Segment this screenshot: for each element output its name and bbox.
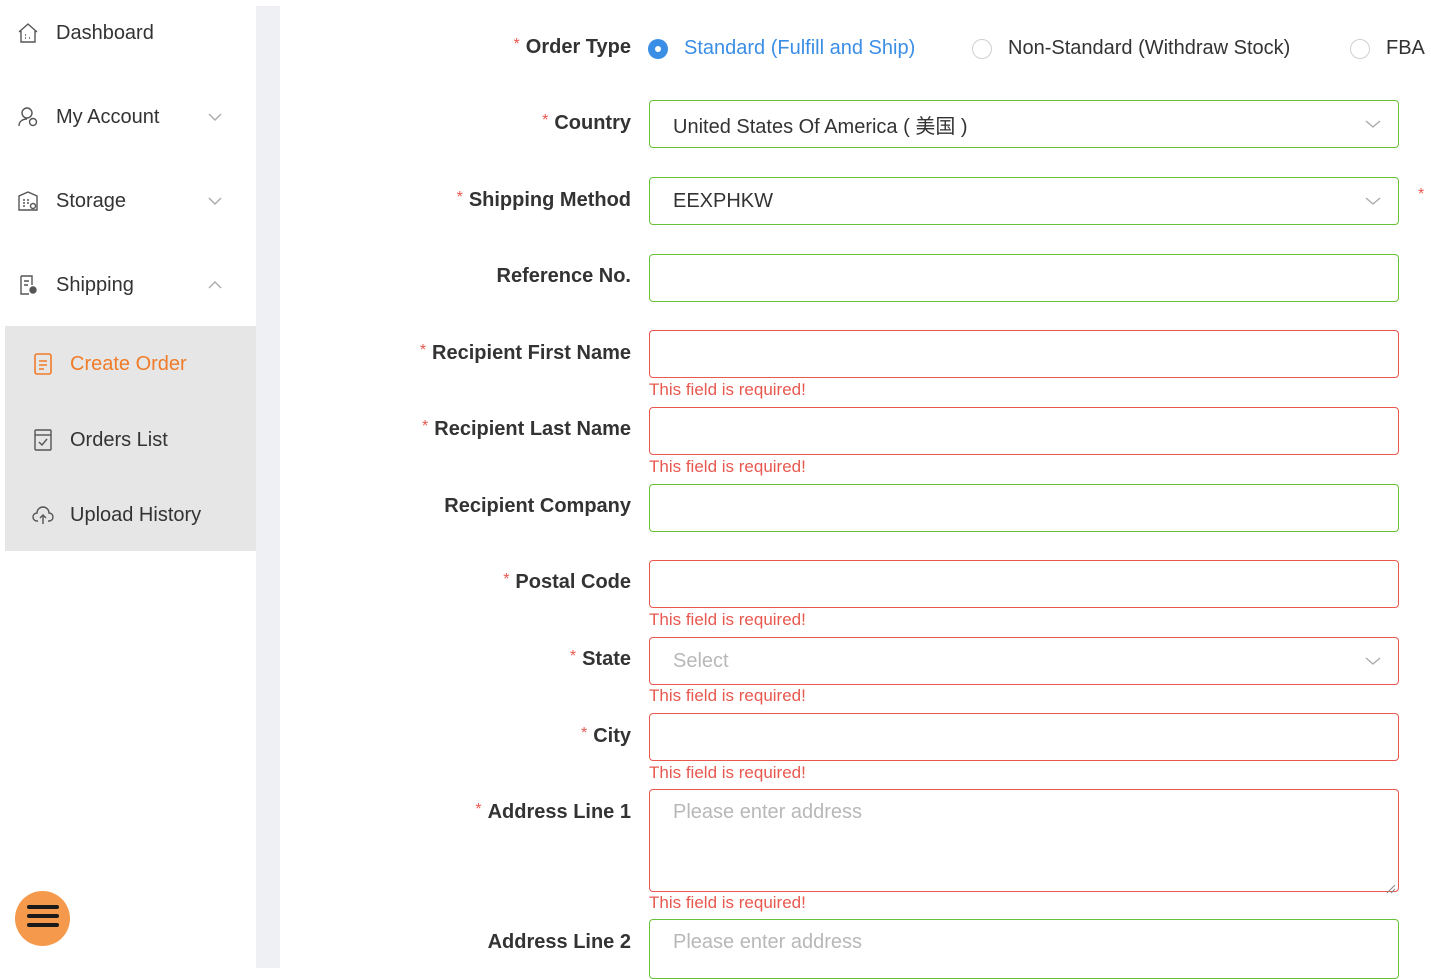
cloud-upload-icon (31, 503, 55, 527)
sidebar-item-label: Storage (56, 189, 127, 212)
first-name-error: This field is required! (649, 380, 806, 399)
last-name-input[interactable] (649, 407, 1399, 455)
hamburger-icon (26, 904, 59, 933)
chevron-down-icon (1364, 115, 1382, 133)
chevron-down-icon (206, 108, 224, 126)
radio-fba[interactable]: FBA (1350, 37, 1425, 60)
state-label: * State (569, 648, 631, 670)
shipping-method-select[interactable]: EEXPHKW (649, 177, 1399, 225)
sidebar-item-storage[interactable]: Storage (0, 171, 256, 231)
last-name-error: This field is required! (649, 457, 806, 476)
radio-unchecked-icon (972, 38, 992, 59)
country-select[interactable]: United States Of America ( 美国 ) (649, 100, 1399, 148)
sidebar-item-label: Orders List (70, 428, 168, 451)
reference-no-input[interactable] (649, 254, 1399, 302)
document-icon (16, 273, 40, 297)
checklist-icon (31, 428, 55, 452)
user-icon (16, 105, 40, 129)
building-icon (16, 189, 40, 213)
content-divider (256, 6, 280, 968)
sidebar-item-upload-history[interactable]: Upload History (5, 485, 256, 545)
chevron-down-icon (1364, 192, 1382, 210)
radio-unchecked-icon (1350, 38, 1370, 59)
address-line-1-textarea[interactable]: Please enter address (649, 789, 1399, 894)
first-name-input[interactable] (649, 330, 1399, 378)
sidebar-item-dashboard[interactable]: Dashboard (0, 3, 256, 63)
sidebar: Dashboard My Account Storage Shipping Cr… (0, 0, 256, 968)
address-line-1-label: * Address Line 1 (475, 801, 631, 823)
address-line-2-textarea[interactable]: Please enter address (649, 919, 1399, 979)
radio-checked-icon (648, 38, 668, 59)
shipping-method-label: * Shipping Method (456, 189, 631, 211)
chevron-down-icon (1364, 652, 1382, 670)
last-name-label: * Recipient Last Name (422, 418, 631, 440)
postal-code-error: This field is required! (649, 610, 806, 629)
sidebar-item-my-account[interactable]: My Account (0, 87, 256, 147)
country-label: * Country (542, 112, 631, 134)
state-select[interactable]: Select (649, 637, 1399, 685)
sidebar-item-label: Upload History (70, 503, 202, 526)
reference-no-label: Reference No. (496, 265, 632, 287)
menu-toggle-button[interactable] (15, 891, 70, 946)
radio-standard[interactable]: Standard (Fulfill and Ship) (648, 37, 915, 60)
company-input[interactable] (649, 484, 1399, 532)
address-line-2-label: Address Line 2 (487, 931, 631, 953)
radio-non-standard[interactable]: Non-Standard (Withdraw Stock) (972, 37, 1290, 60)
company-label: Recipient Company (444, 495, 631, 517)
sidebar-item-label: Create Order (70, 352, 187, 375)
sidebar-item-label: My Account (56, 105, 160, 128)
sidebar-item-shipping[interactable]: Shipping (0, 255, 256, 315)
chevron-down-icon (206, 192, 224, 210)
home-icon (16, 21, 40, 45)
city-input[interactable] (649, 713, 1399, 761)
shipping-submenu: Create Order Orders List Upload History (5, 326, 256, 551)
required-marker: * (1418, 186, 1425, 203)
sidebar-item-label: Dashboard (56, 21, 154, 44)
sidebar-item-create-order[interactable]: Create Order (5, 334, 256, 394)
sidebar-item-label: Shipping (56, 273, 134, 296)
postal-code-input[interactable] (649, 560, 1399, 608)
chevron-up-icon (206, 276, 224, 294)
address-line-1-error: This field is required! (649, 893, 806, 912)
city-error: This field is required! (649, 763, 806, 782)
sidebar-item-orders-list[interactable]: Orders List (5, 410, 256, 470)
state-error: This field is required! (649, 686, 806, 705)
first-name-label: * Recipient First Name (419, 342, 631, 364)
resize-handle-icon[interactable] (1384, 877, 1396, 894)
order-type-label: * Order Type (513, 36, 631, 58)
postal-code-label: * Postal Code (503, 571, 631, 593)
create-order-icon (31, 352, 55, 376)
city-label: * City (580, 725, 631, 747)
